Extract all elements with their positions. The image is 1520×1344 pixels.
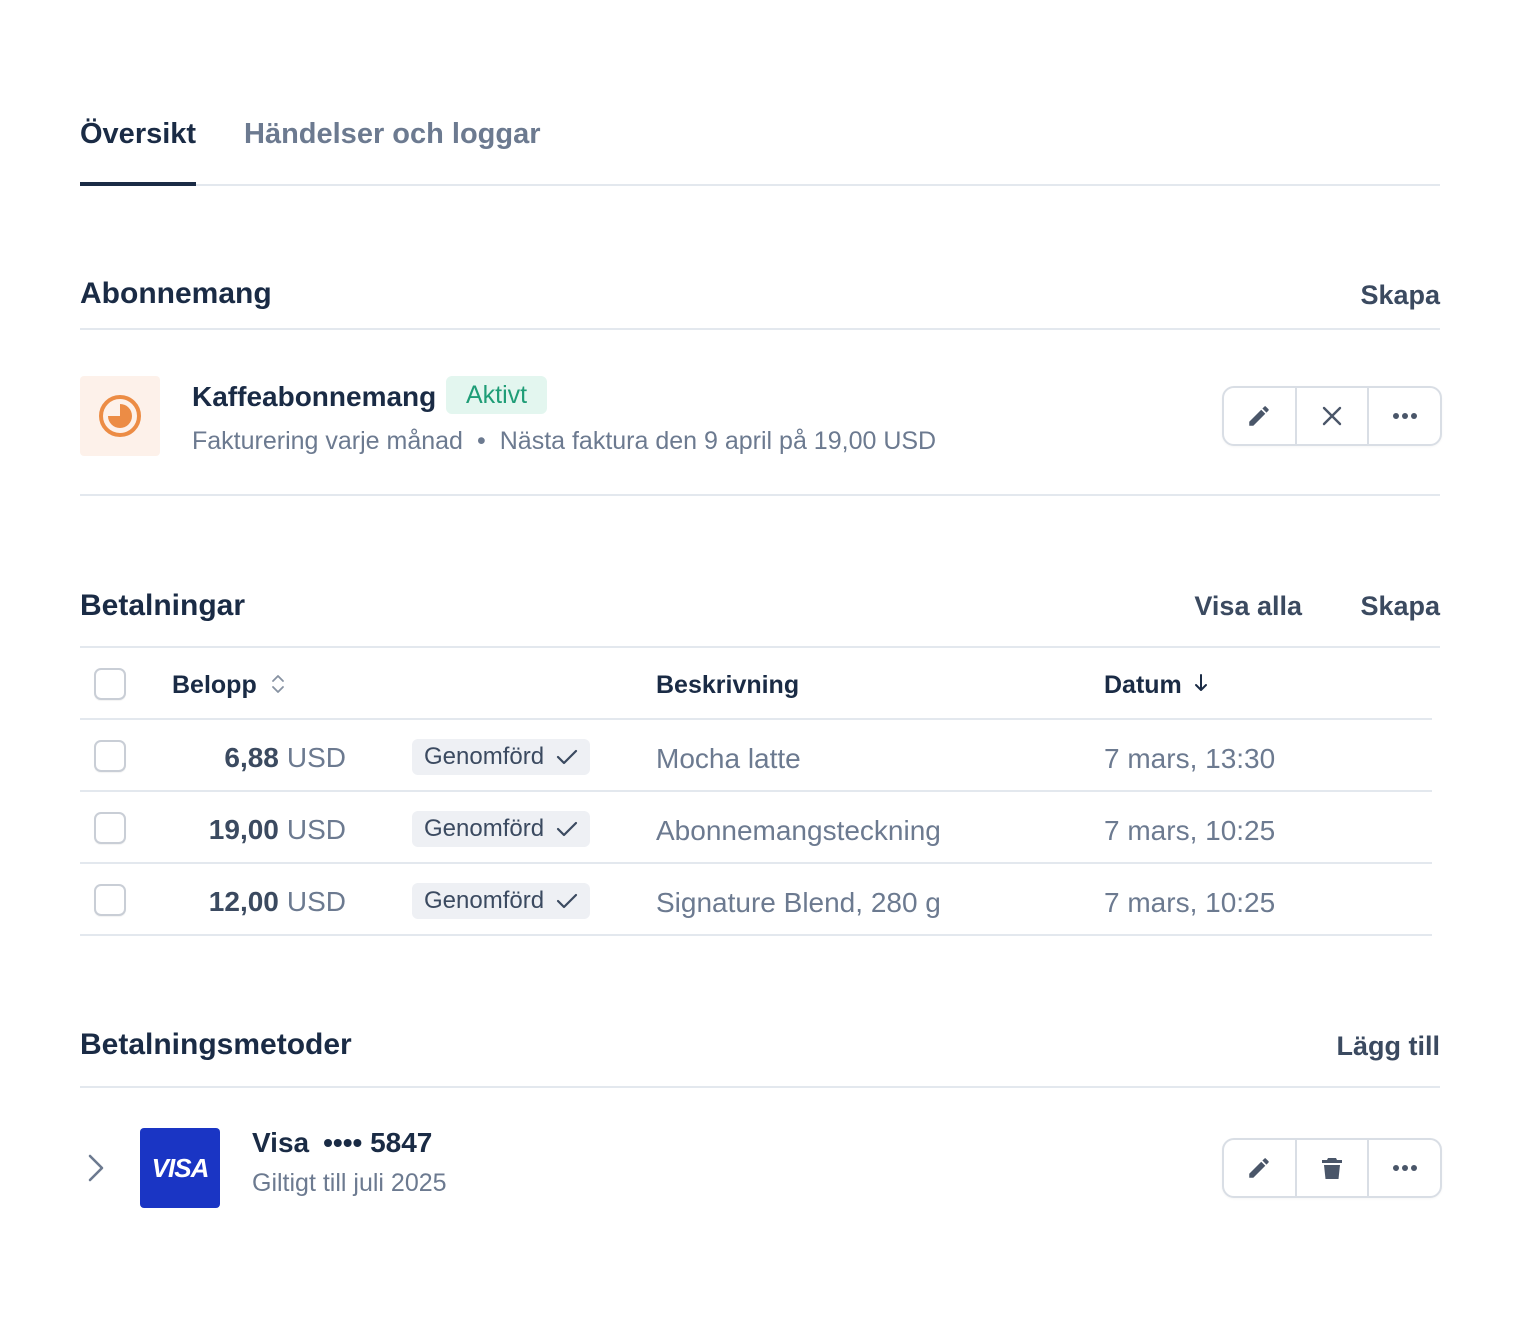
payment-method-actions (1222, 1138, 1442, 1198)
subscription-actions (1222, 386, 1442, 446)
edit-payment-method-button[interactable] (1224, 1140, 1295, 1196)
description-cell: Mocha latte (656, 743, 801, 774)
subscription-name[interactable]: Kaffeabonnemang (192, 380, 436, 414)
status-label: Genomförd (424, 887, 545, 914)
column-header-amount[interactable]: Belopp (172, 648, 286, 722)
view-all-payments-link[interactable]: Visa alla (1194, 589, 1302, 623)
status-badge: Genomförd (412, 739, 591, 775)
table-header-row: Belopp Beskrivning Datum (80, 648, 1432, 720)
chevron-right-icon[interactable] (86, 1152, 106, 1189)
payments-header: Betalningar Visa alla Skapa (80, 589, 1440, 648)
column-label-amount: Belopp (172, 671, 257, 699)
table-row[interactable]: 12,00 USD Genomförd Signature Blend, 280 … (80, 864, 1432, 936)
amount-cell: 12,00 USD (209, 864, 346, 940)
checkmark-icon (556, 749, 578, 765)
amount-value: 12,00 (208, 886, 279, 917)
description-cell: Abonnemangsteckning (656, 815, 941, 846)
more-icon (1392, 1165, 1417, 1171)
column-label-date: Datum (1104, 671, 1182, 699)
amount-cell: 19,00 USD (209, 792, 346, 868)
payment-methods-title: Betalningsmetoder (80, 1028, 352, 1061)
select-all-checkbox[interactable] (94, 668, 126, 700)
subscriptions-header: Abonnemang Skapa (80, 276, 1440, 330)
amount-currency: USD (286, 742, 346, 773)
row-checkbox[interactable] (94, 884, 126, 916)
payments-table: Belopp Beskrivning Datum 6,88 USD Genomfö… (80, 648, 1432, 936)
create-subscription-link[interactable]: Skapa (1360, 278, 1440, 312)
sort-icon (271, 675, 284, 693)
row-checkbox[interactable] (94, 812, 126, 844)
column-header-date[interactable]: Datum (1104, 648, 1209, 722)
visa-logo: VISA (140, 1128, 220, 1208)
more-actions-button[interactable] (1367, 1140, 1440, 1196)
payments-title: Betalningar (80, 589, 246, 622)
status-badge: Genomförd (412, 883, 591, 919)
arrow-down-icon (1194, 674, 1207, 691)
table-row[interactable]: 6,88 USD Genomförd Mocha latte 7 mars, 13… (80, 720, 1432, 792)
date-cell: 7 mars, 10:25 (1104, 887, 1276, 918)
checkmark-icon (556, 893, 578, 909)
amount-value: 19,00 (208, 814, 279, 845)
amount-currency: USD (286, 814, 346, 845)
next-invoice: Nästa faktura den 9 april på 19,00 USD (499, 427, 937, 455)
status-badge: Genomförd (412, 811, 591, 847)
column-header-description[interactable]: Beskrivning (656, 648, 799, 722)
separator-dot: • (476, 427, 486, 455)
status-label: Genomförd (424, 815, 545, 842)
amount-currency: USD (286, 886, 346, 917)
edit-icon (1249, 406, 1270, 426)
delete-payment-method-button[interactable] (1294, 1140, 1368, 1196)
trash-icon (1322, 1158, 1342, 1179)
date-cell: 7 mars, 13:30 (1104, 743, 1276, 774)
amount-value: 6,88 (224, 742, 279, 773)
cancel-icon (1322, 406, 1342, 426)
card-masked-number: •••• 5847 (323, 1127, 433, 1158)
subscription-row: Kaffeabonnemang Aktivt Fakturering varje… (80, 338, 1442, 496)
card-name: Visa •••• 5847 (252, 1126, 432, 1160)
date-cell: 7 mars, 10:25 (1104, 815, 1276, 846)
more-actions-button[interactable] (1367, 388, 1440, 444)
subscriptions-title: Abonnemang (80, 277, 272, 310)
add-payment-method-link[interactable]: Lägg till (1337, 1029, 1441, 1063)
tab-overview[interactable]: Översikt (80, 112, 197, 186)
tab-events-and-logs[interactable]: Händelser och loggar (244, 112, 541, 184)
subscription-clock-icon (80, 376, 160, 456)
more-icon (1392, 413, 1417, 419)
payment-method-row: VISA Visa •••• 5847 Giltigt till juli 202… (80, 1088, 1442, 1248)
billing-frequency: Fakturering varje månad (192, 427, 463, 455)
tab-bar: Översikt Händelser och loggar (80, 112, 1440, 186)
edit-subscription-button[interactable] (1224, 388, 1295, 444)
table-row[interactable]: 19,00 USD Genomförd Abonnemangsteckning 7… (80, 792, 1432, 864)
create-payment-link[interactable]: Skapa (1360, 589, 1440, 623)
cancel-subscription-button[interactable] (1294, 388, 1368, 444)
card-expiry: Giltigt till juli 2025 (252, 1169, 447, 1197)
status-label: Genomförd (424, 743, 545, 770)
subscription-meta: Fakturering varje månad • Nästa faktura de… (192, 424, 936, 458)
description-cell: Signature Blend, 280 g (656, 887, 941, 918)
card-brand: Visa (252, 1127, 310, 1158)
checkmark-icon (556, 821, 578, 837)
row-checkbox[interactable] (94, 740, 126, 772)
amount-cell: 6,88 USD (224, 720, 346, 796)
status-badge: Aktivt (446, 376, 548, 414)
payment-methods-header: Betalningsmetoder Lägg till (80, 1028, 1441, 1088)
edit-icon (1249, 1158, 1270, 1178)
